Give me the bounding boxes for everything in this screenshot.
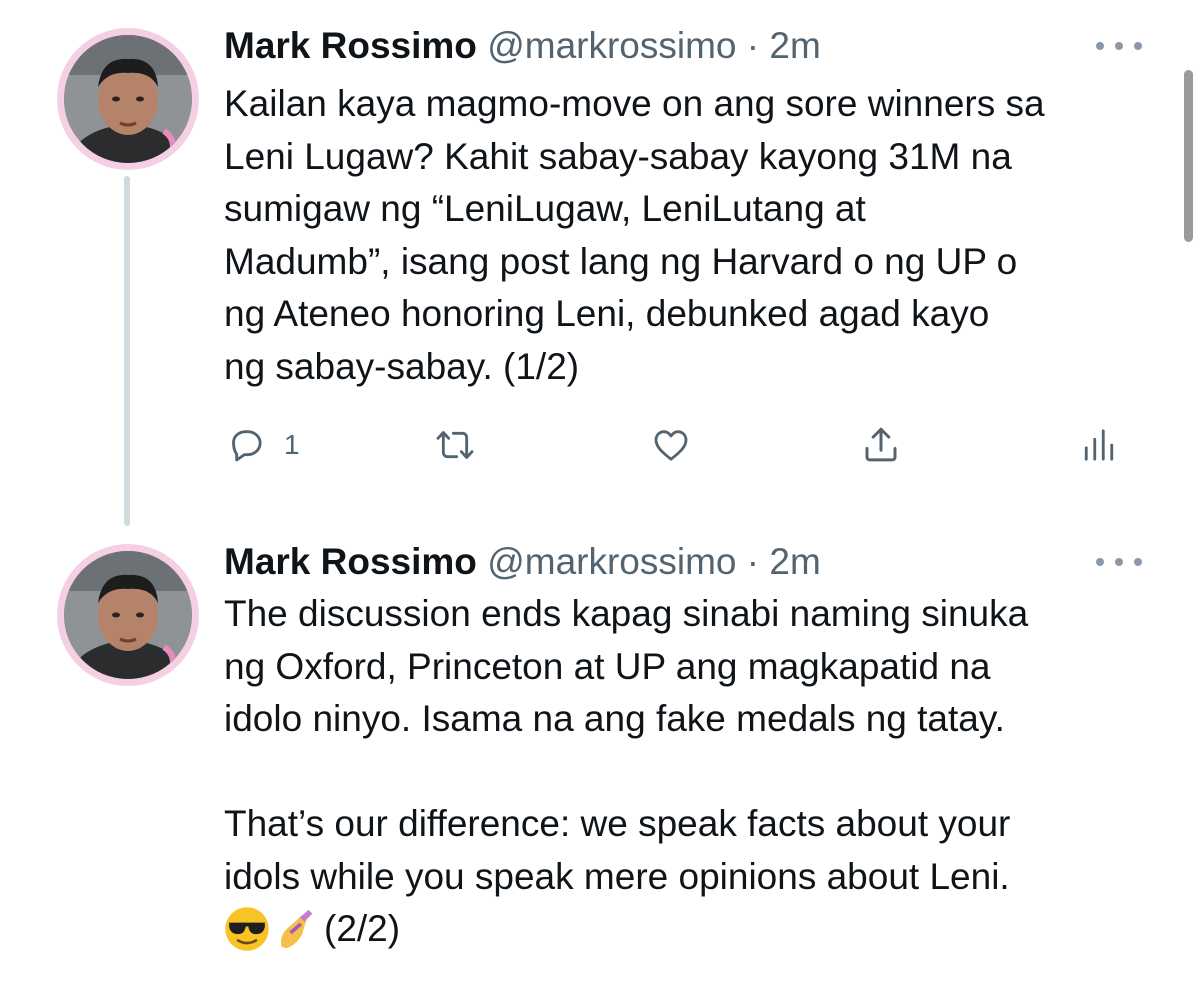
tweet-line: sumigaw ng “LeniLugaw, LeniLutang at bbox=[224, 188, 866, 229]
tweet-line bbox=[224, 746, 1154, 799]
avatar[interactable] bbox=[57, 28, 199, 170]
tweet-line: Leni Lugaw? Kahit sabay-sabay kayong 31M… bbox=[224, 135, 1012, 177]
scrollbar[interactable] bbox=[1184, 70, 1193, 242]
reply-icon bbox=[232, 430, 262, 462]
smiling-face-with-sunglasses-icon bbox=[225, 907, 269, 951]
tweet-line: idols while you speak mere opinions abou… bbox=[224, 855, 1010, 897]
reply-count: 1 bbox=[284, 429, 300, 460]
separator-dot: · bbox=[746, 25, 760, 66]
author-name[interactable]: Mark Rossimo bbox=[224, 541, 477, 582]
tweet-line: idolo ninyo. Isama na ang fake medals ng… bbox=[224, 698, 1005, 739]
tweet-line: The discussion ends kapag sinabi naming … bbox=[224, 593, 1029, 634]
avatar[interactable] bbox=[57, 544, 199, 686]
tweet-line: Madumb”, isang post lang ng Harvard o ng… bbox=[224, 240, 1018, 282]
analytics-icon bbox=[1084, 429, 1114, 461]
tweet-line: ng sabay-sabay. (1/2) bbox=[224, 345, 580, 387]
tweet-1[interactable]: Mark Rossimo @markrossimo · 2m Kailan ka… bbox=[0, 0, 1200, 530]
retweet-button[interactable] bbox=[434, 420, 476, 470]
retweet-icon bbox=[436, 431, 474, 459]
tweet-text: The discussion ends kapag sinabi naming … bbox=[224, 588, 1154, 956]
author-handle[interactable]: @markrossimo bbox=[487, 25, 736, 66]
like-icon bbox=[654, 430, 688, 461]
tweet-2[interactable]: Mark Rossimo @markrossimo · 2m The discu… bbox=[0, 530, 1200, 987]
more-icon[interactable] bbox=[1096, 36, 1142, 56]
tweet-header: Mark Rossimo @markrossimo · 2m bbox=[224, 24, 821, 68]
thread-connector bbox=[124, 176, 130, 526]
profile-photo bbox=[64, 35, 192, 163]
timestamp[interactable]: 2m bbox=[769, 25, 820, 66]
like-button[interactable] bbox=[650, 420, 692, 470]
reply-button[interactable]: 1 bbox=[226, 420, 300, 470]
share-icon bbox=[865, 427, 897, 462]
tweet-header: Mark Rossimo @markrossimo · 2m bbox=[224, 540, 821, 584]
tweet-text: Kailan kaya magmo-move on ang sore winne… bbox=[224, 78, 1154, 393]
timestamp[interactable]: 2m bbox=[769, 541, 820, 582]
author-handle[interactable]: @markrossimo bbox=[487, 541, 736, 582]
tweet-line: ng Oxford, Princeton at UP ang magkapati… bbox=[224, 645, 991, 687]
analytics-button[interactable] bbox=[1082, 420, 1116, 470]
tweet-actions: 1 bbox=[226, 420, 1126, 470]
more-icon[interactable] bbox=[1096, 552, 1142, 572]
tweet-line-last: (2/2) bbox=[224, 903, 1154, 956]
separator-dot: · bbox=[746, 541, 760, 582]
profile-photo bbox=[64, 551, 192, 679]
tweet-line: That’s our difference: we speak facts ab… bbox=[224, 803, 1011, 844]
author-name[interactable]: Mark Rossimo bbox=[224, 25, 477, 66]
nail-polish-icon bbox=[281, 910, 313, 949]
share-button[interactable] bbox=[860, 420, 902, 470]
tweet-line: ng Ateneo honoring Leni, debunked agad k… bbox=[224, 293, 990, 334]
thread-counter: (2/2) bbox=[324, 908, 401, 949]
tweet-line: Kailan kaya magmo-move on ang sore winne… bbox=[224, 83, 1045, 124]
